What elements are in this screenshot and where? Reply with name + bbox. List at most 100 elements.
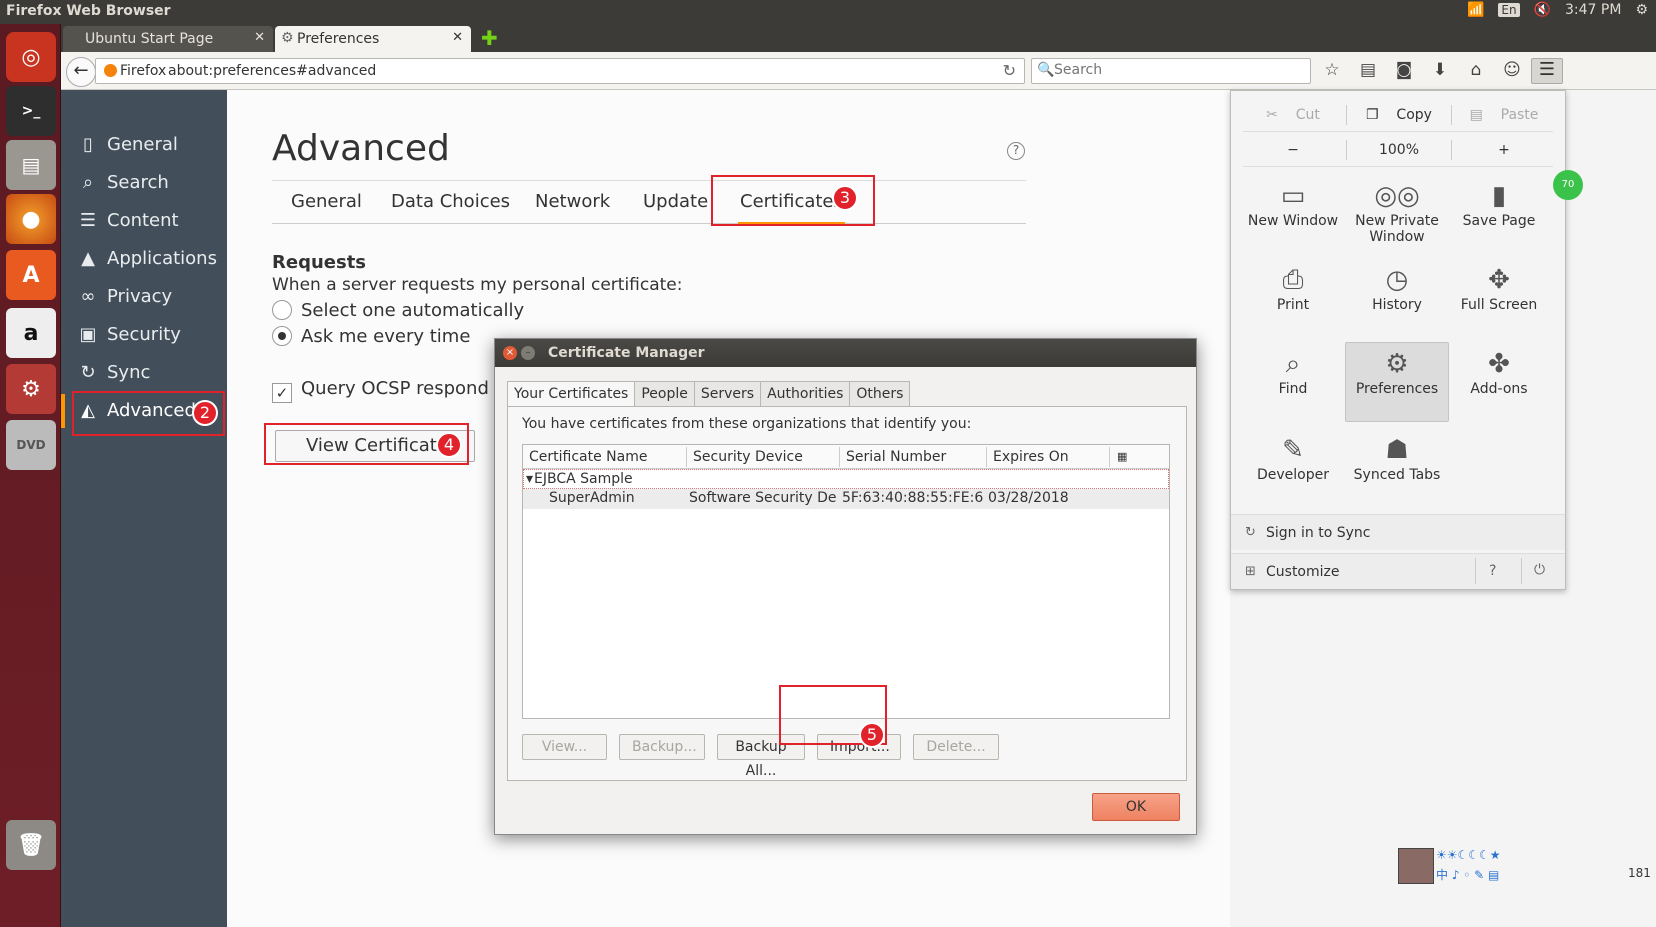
new-private-window-button[interactable]: ◎◎ New Private Window [1345, 175, 1449, 255]
sign-in-to-sync-button[interactable]: ↻ Sign in to Sync [1231, 514, 1565, 550]
ok-button[interactable]: OK [1092, 793, 1180, 821]
url-bar[interactable]: Firefox about:preferences#advanced ↻ [95, 58, 1025, 84]
volume-icon[interactable]: 🔇 [1534, 2, 1551, 18]
column-expires-on[interactable]: Expires On [993, 449, 1069, 465]
sidebar-item-search[interactable]: ⌕ Search [61, 164, 227, 202]
preferences-button[interactable]: ⚙ Preferences [1345, 342, 1449, 422]
zoom-in-button[interactable]: + [1454, 136, 1554, 164]
checkmark-icon[interactable]: ✓ [272, 383, 292, 403]
tab-general[interactable]: General [291, 191, 362, 212]
cut-button[interactable]: ✂ Cut [1243, 101, 1343, 129]
amazon-icon[interactable]: a [6, 308, 56, 358]
paste-button[interactable]: ▤ Paste [1454, 101, 1554, 129]
url-text[interactable]: about:preferences#advanced [168, 63, 376, 79]
column-divider[interactable] [686, 447, 687, 467]
home-icon[interactable]: ⌂ [1465, 60, 1487, 80]
weather-icons[interactable]: ☀☀☾☾☾★ [1436, 848, 1501, 862]
add-ons-button[interactable]: ✤ Add-ons [1447, 343, 1551, 423]
tab-network[interactable]: Network [535, 191, 610, 212]
tab-authorities[interactable]: Authorities [760, 381, 851, 407]
column-picker-icon[interactable]: ▦ [1117, 450, 1127, 463]
column-security-device[interactable]: Security Device [693, 449, 803, 465]
input-method-icons[interactable]: 中 ♪ ◦ ✎ ▤ [1436, 866, 1499, 883]
bookmark-star-icon[interactable]: ☆ [1321, 60, 1343, 80]
backup-button[interactable]: Backup... [619, 734, 705, 760]
sidebar-item-general[interactable]: ▯ General [61, 126, 227, 164]
site-identity[interactable]: Firefox [104, 63, 166, 79]
sidebar-item-content[interactable]: ☰ Content [61, 202, 227, 240]
column-divider[interactable] [839, 447, 840, 467]
files-icon[interactable]: ▤ [6, 140, 56, 190]
table-row[interactable]: SuperAdmin Software Security De... 5F:63… [523, 489, 1169, 509]
reading-list-icon[interactable]: ▤ [1357, 60, 1379, 80]
tab-update[interactable]: Update [643, 191, 708, 212]
expand-triangle-icon[interactable]: ▾ [526, 471, 533, 487]
column-divider[interactable] [986, 447, 987, 467]
close-icon[interactable]: ✕ [254, 30, 265, 45]
open-menu-button[interactable]: ☰ [1531, 58, 1563, 84]
help-icon[interactable]: ? [1007, 142, 1025, 160]
help-icon[interactable]: ? [1489, 563, 1496, 579]
close-icon[interactable]: ✕ [452, 30, 463, 45]
ocsp-checkbox[interactable]: ✓ Query OCSP respond [272, 378, 489, 403]
copy-button[interactable]: ❐ Copy [1349, 101, 1449, 129]
tab-data-choices[interactable]: Data Choices [391, 191, 510, 212]
terminal-icon[interactable]: >_ [6, 86, 56, 136]
sidebar-item-sync[interactable]: ↻ Sync [61, 354, 227, 392]
tab-ubuntu-start-page[interactable]: Ubuntu Start Page ✕ [63, 26, 273, 52]
zoom-reset-button[interactable]: 100% [1349, 136, 1449, 164]
column-serial-number[interactable]: Serial Number [846, 449, 946, 465]
radio-ask-every-time[interactable]: Ask me every time [272, 326, 470, 347]
keyboard-language[interactable]: En [1498, 3, 1520, 17]
downloads-icon[interactable]: ⬇ [1429, 60, 1451, 80]
find-button[interactable]: ⌕ Find [1241, 343, 1345, 423]
wifi-icon[interactable]: 📶 [1467, 2, 1484, 18]
synced-tabs-button[interactable]: ☗ Synced Tabs [1345, 429, 1449, 509]
sidebar-item-applications[interactable]: ▲ Applications [61, 240, 227, 278]
power-icon[interactable]: ⚙ [1635, 2, 1648, 18]
radio-button[interactable] [272, 300, 292, 320]
trash-icon[interactable]: 🗑 [6, 820, 56, 870]
sidebar-item-privacy[interactable]: ∞ Privacy [61, 278, 227, 316]
minimize-icon[interactable]: – [521, 346, 535, 360]
radio-select-automatically[interactable]: Select one automatically [272, 300, 524, 321]
developer-button[interactable]: ✎ Developer [1241, 429, 1345, 509]
clock[interactable]: 3:47 PM [1565, 2, 1621, 18]
software-center-icon[interactable]: A [6, 250, 56, 300]
quit-icon[interactable]: ⏻ [1534, 562, 1545, 578]
settings-icon[interactable]: ⚙ [6, 364, 56, 414]
radio-button[interactable] [272, 326, 292, 346]
back-button[interactable]: ← [66, 57, 96, 87]
column-divider[interactable] [1109, 447, 1110, 467]
reload-icon[interactable]: ↻ [1003, 61, 1016, 80]
search-box[interactable]: 🔍 [1031, 58, 1311, 84]
tab-others[interactable]: Others [849, 381, 911, 407]
sidebar-item-security[interactable]: ▣ Security [61, 316, 227, 354]
avatar[interactable] [1398, 848, 1434, 884]
tab-servers[interactable]: Servers [693, 381, 762, 407]
history-button[interactable]: ◷ History [1345, 259, 1449, 339]
tab-preferences[interactable]: ⚙ Preferences ✕ [275, 26, 471, 52]
pocket-icon[interactable]: ◙ [1393, 60, 1415, 80]
search-input[interactable] [1054, 62, 1304, 78]
view-button[interactable]: View... [522, 734, 607, 760]
dvd-icon[interactable]: DVD [6, 420, 56, 470]
zoom-out-button[interactable]: − [1243, 136, 1343, 164]
save-page-button[interactable]: ▮ Save Page [1447, 175, 1551, 255]
column-certificate-name[interactable]: Certificate Name [529, 449, 647, 465]
ubuntu-dash-icon[interactable]: ◎ [6, 32, 56, 82]
table-row-group[interactable]: ▾ EJBCA Sample [523, 469, 1169, 489]
new-tab-button[interactable]: ✚ [481, 28, 498, 48]
close-icon[interactable]: × [503, 346, 517, 360]
full-screen-button[interactable]: ✥ Full Screen [1447, 259, 1551, 339]
firefox-icon[interactable]: ● [6, 194, 56, 244]
delete-button[interactable]: Delete... [913, 734, 999, 760]
new-window-button[interactable]: ▭ New Window [1241, 175, 1345, 255]
print-button[interactable]: ⎙ Print [1241, 259, 1345, 339]
tab-people[interactable]: People [634, 381, 695, 407]
customize-button[interactable]: ⊞ Customize ? ⏻ [1231, 553, 1565, 589]
tab-your-certificates[interactable]: Your Certificates [507, 381, 636, 408]
notification-badge[interactable]: 70 [1553, 170, 1583, 200]
radio-label: Ask me every time [301, 326, 471, 347]
chat-icon[interactable]: ☺ [1501, 60, 1523, 80]
